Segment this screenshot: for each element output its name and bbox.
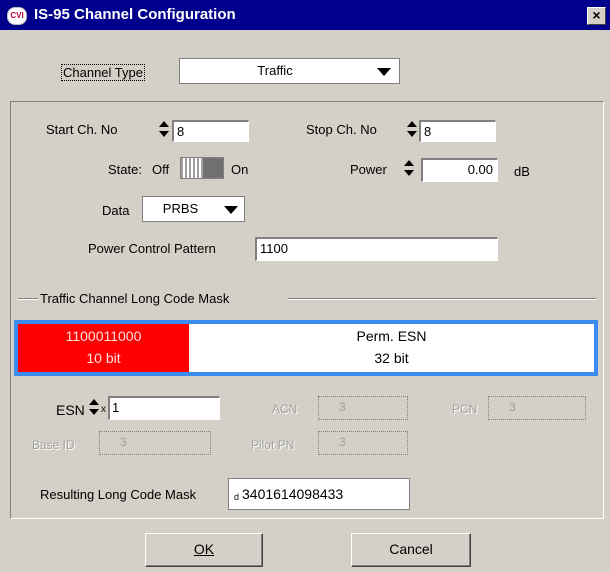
divider-right xyxy=(288,298,596,300)
resulting-mask-label: Resulting Long Code Mask xyxy=(40,487,197,502)
long-code-esn-bits: 32 bit xyxy=(374,350,409,366)
start-ch-spinner[interactable] xyxy=(158,119,170,141)
long-code-header-value: 1100011000 xyxy=(65,328,142,344)
stop-ch-input[interactable]: 8 xyxy=(419,120,496,142)
acn-input: 3 xyxy=(318,396,408,420)
channel-type-label: Channel Type xyxy=(61,64,145,81)
esn-input[interactable]: 1 xyxy=(108,396,220,420)
long-code-esn-block: Perm. ESN 32 bit xyxy=(189,324,594,372)
power-unit: dB xyxy=(514,164,530,179)
power-input[interactable]: 0.00 xyxy=(421,158,498,182)
acn-label: ACN xyxy=(272,402,298,416)
esn-hex-prefix: x xyxy=(101,404,106,415)
start-ch-input[interactable]: 8 xyxy=(172,120,249,142)
power-control-label: Power Control Pattern xyxy=(88,241,216,256)
toggle-knob xyxy=(203,158,223,178)
pilot-pn-label: Pilot PN xyxy=(251,438,295,452)
long-code-header-block: 1100011000 10 bit xyxy=(18,324,189,372)
decimal-prefix: d xyxy=(234,492,240,502)
power-label: Power xyxy=(350,162,387,177)
long-code-esn-label: Perm. ESN xyxy=(356,328,427,344)
esn-spinner[interactable] xyxy=(88,397,100,419)
power-control-input[interactable]: 1100 xyxy=(255,237,498,261)
start-ch-label: Start Ch. No xyxy=(46,122,118,137)
data-label: Data xyxy=(102,203,130,218)
pcn-label: PCN xyxy=(452,402,478,416)
ok-button-label: OK xyxy=(193,541,215,557)
state-toggle[interactable] xyxy=(180,157,224,179)
resulting-mask-field: d 3401614098433 xyxy=(228,478,410,510)
long-code-header-bits: 10 bit xyxy=(86,350,121,366)
state-on-label: On xyxy=(231,162,249,177)
power-spinner[interactable] xyxy=(403,158,415,180)
cancel-button[interactable]: Cancel xyxy=(351,533,471,567)
channel-type-select[interactable]: Traffic xyxy=(179,58,400,84)
pilot-pn-input: 3 xyxy=(318,431,408,455)
pcn-input: 3 xyxy=(488,396,586,420)
data-select[interactable]: PRBS xyxy=(142,196,245,222)
esn-label: ESN xyxy=(56,402,85,418)
chevron-down-icon xyxy=(377,68,391,76)
long-code-mask-display: 1100011000 10 bit Perm. ESN 32 bit xyxy=(14,320,598,376)
toggle-grip-icon xyxy=(181,158,203,178)
cancel-button-label: Cancel xyxy=(389,541,433,557)
cvi-icon: CVI xyxy=(7,7,27,25)
divider-left xyxy=(18,298,40,300)
resulting-mask-value: 3401614098433 xyxy=(242,486,344,502)
base-id-label: Base ID xyxy=(32,438,75,452)
data-value: PRBS xyxy=(162,201,199,216)
chevron-down-icon xyxy=(224,206,238,214)
window-title: IS-95 Channel Configuration xyxy=(34,6,236,23)
stop-ch-spinner[interactable] xyxy=(406,119,418,141)
close-button[interactable]: × xyxy=(587,7,606,25)
channel-type-value: Traffic xyxy=(257,63,293,78)
stop-ch-label: Stop Ch. No xyxy=(306,122,377,137)
base-id-input: 3 xyxy=(99,431,211,455)
ok-button[interactable]: OK xyxy=(145,533,263,567)
state-label: State: xyxy=(108,162,142,177)
long-code-group-label: Traffic Channel Long Code Mask xyxy=(38,291,232,306)
state-off-label: Off xyxy=(152,162,170,177)
title-bar: CVI IS-95 Channel Configuration × xyxy=(0,0,610,30)
